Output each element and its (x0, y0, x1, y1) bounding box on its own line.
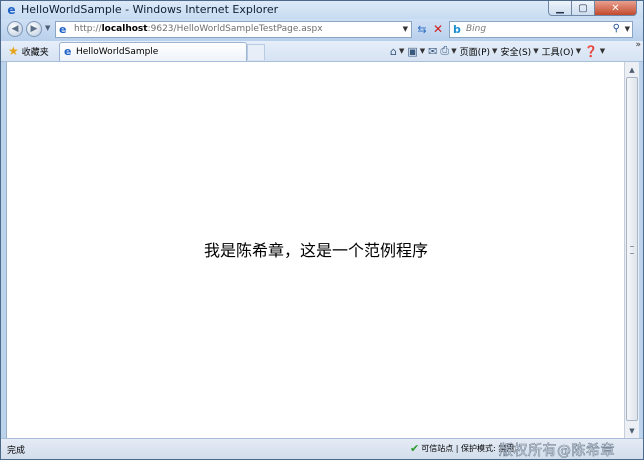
command-bar: ★ 收藏夹 e HelloWorldSample ⌂ ▼ ▣ ▼ ✉ ⎙ ▼ 页面(P… (1, 40, 643, 62)
home-button[interactable]: ⌂ ▼ (390, 45, 404, 58)
command-tools: ⌂ ▼ ▣ ▼ ✉ ⎙ ▼ 页面(P) ▼ 安全(S) ▼ 工具(O) ▼ ❓ ▼ (390, 44, 605, 58)
help-button[interactable]: ❓ ▼ (584, 45, 605, 58)
chevron-down-icon: ▼ (398, 47, 405, 55)
address-toolbar: ◀ ▶ ▼ e http://localhost:9623/HelloWorld… (1, 19, 643, 41)
search-input[interactable]: Bing (466, 24, 486, 34)
browser-window: e HelloWorldSample - Windows Internet Ex… (0, 0, 644, 460)
url-scheme: http:// (74, 24, 102, 34)
favorites-label: 收藏夹 (21, 47, 49, 58)
title-bar: e HelloWorldSample - Windows Internet Ex… (1, 1, 643, 19)
page-menu[interactable]: 页面(P) ▼ (460, 45, 498, 58)
page-content: 我是陈希章，这是一个范例程序 (6, 62, 624, 438)
printer-icon: ⎙ (440, 44, 450, 57)
feeds-button[interactable]: ▣ ▼ (407, 45, 425, 58)
ie-logo-icon: e (64, 45, 72, 58)
vertical-scrollbar[interactable]: ▲ ▼ (624, 62, 639, 438)
maximize-button[interactable]: ▢ (572, 1, 595, 16)
status-text: 完成 (7, 446, 26, 456)
ie-logo-icon: e (59, 23, 67, 36)
page-message: 我是陈希章，这是一个范例程序 (203, 241, 428, 260)
url-host: localhost (101, 24, 148, 34)
toolbar-overflow-icon[interactable]: » (635, 40, 641, 50)
home-icon: ⌂ (390, 44, 397, 58)
arrow-right-icon: ▶ (30, 24, 38, 34)
mail-button[interactable]: ✉ (428, 45, 437, 58)
close-button[interactable]: ✕ (595, 1, 637, 16)
chevron-down-icon: ▼ (451, 47, 457, 55)
grip-icon (630, 246, 634, 254)
tab-hello-world-sample[interactable]: e HelloWorldSample (59, 42, 247, 61)
tools-menu-label: 工具(O) (541, 47, 574, 58)
search-box[interactable]: b Bing ⚲ ▼ (449, 21, 633, 38)
bing-logo-icon: b (453, 23, 461, 36)
page-menu-label: 页面(P) (459, 47, 491, 58)
chevron-down-icon: ▼ (575, 47, 582, 55)
chevron-down-icon: ▼ (533, 47, 539, 55)
minimize-button[interactable]: ▁ (548, 1, 572, 16)
scroll-down-icon[interactable]: ▼ (626, 424, 638, 437)
chevron-down-icon: ▼ (492, 47, 498, 55)
tab-label: HelloWorldSample (76, 47, 159, 57)
window-title: HelloWorldSample - Windows Internet Expl… (21, 3, 279, 16)
mail-icon: ✉ (428, 44, 438, 58)
window-controls: ▁ ▢ ✕ (548, 1, 637, 16)
watermark: 版权所有@陈希章 (499, 443, 615, 459)
favorites-button[interactable]: ★ 收藏夹 (8, 44, 49, 58)
rss-icon: ▣ (407, 44, 418, 58)
search-options-dropdown[interactable]: ▼ (625, 25, 630, 33)
arrow-left-icon: ◀ (11, 24, 19, 34)
scrollbar-thumb[interactable] (626, 77, 638, 421)
check-icon: ✔ (410, 442, 420, 455)
safety-menu[interactable]: 安全(S) ▼ (500, 45, 538, 58)
new-tab-button[interactable] (247, 44, 265, 60)
url-path: :9623/HelloWorldSampleTestPage.aspx (147, 24, 323, 34)
recent-pages-dropdown[interactable]: ▼ (45, 24, 50, 32)
status-bar: 完成 ✔ 可信站点 | 保护模式: 禁用 版权所有@陈希章 (1, 438, 643, 459)
back-button[interactable]: ◀ (7, 21, 23, 37)
address-bar[interactable]: e http://localhost:9623/HelloWorldSample… (55, 21, 412, 38)
star-icon: ★ (8, 44, 19, 58)
search-magnifier-icon[interactable]: ⚲ (613, 23, 620, 34)
ie-logo-icon: e (7, 2, 16, 17)
tools-menu[interactable]: 工具(O) ▼ (542, 45, 582, 58)
refresh-icon[interactable]: ⇆ (415, 22, 429, 36)
print-button[interactable]: ⎙ ▼ (440, 44, 456, 58)
chevron-down-icon: ▼ (599, 47, 606, 55)
address-url[interactable]: http://localhost:9623/HelloWorldSampleTe… (74, 24, 323, 34)
chevron-down-icon: ▼ (419, 47, 426, 55)
help-icon: ❓ (584, 44, 598, 58)
scroll-up-icon[interactable]: ▲ (626, 63, 638, 76)
address-dropdown-icon[interactable]: ▼ (403, 25, 408, 33)
forward-button[interactable]: ▶ (26, 21, 42, 37)
safety-menu-label: 安全(S) (500, 47, 532, 58)
stop-icon[interactable]: ✕ (431, 22, 445, 36)
